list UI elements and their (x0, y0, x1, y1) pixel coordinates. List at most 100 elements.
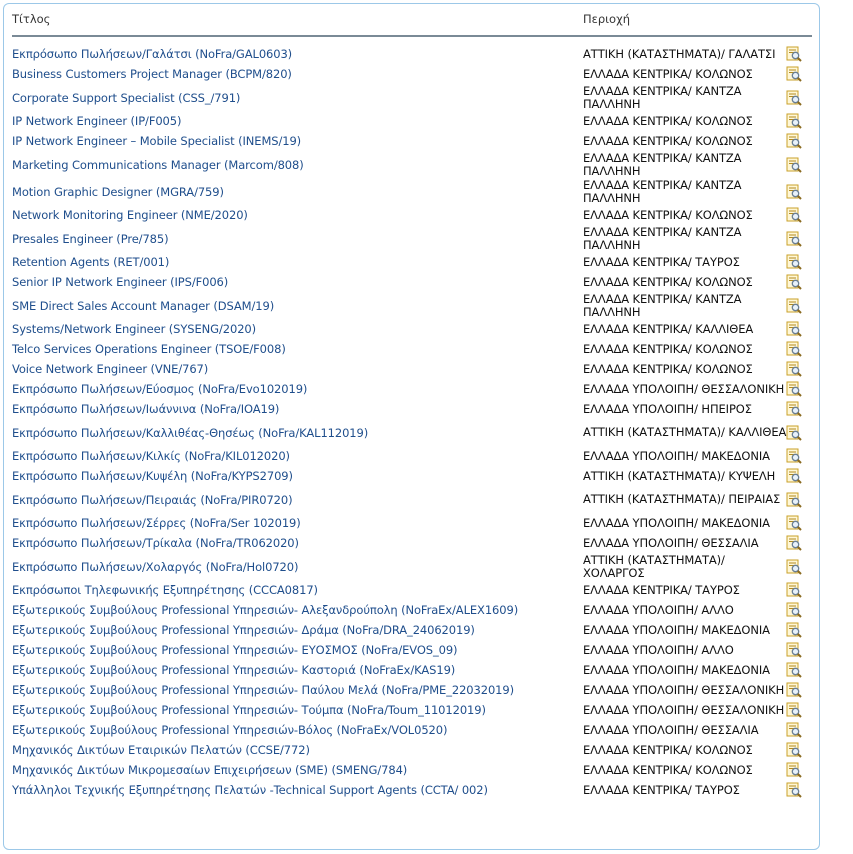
view-details-icon[interactable] (786, 682, 802, 698)
view-details-icon[interactable] (786, 535, 802, 551)
table-row: Εκπρόσωπο Πωλήσεων/Κιλκίς (NoFra/KIL0120… (12, 446, 812, 466)
job-region: ΕΛΛΑΔΑ ΥΠΟΛΟΙΠΗ/ ΘΕΣΣΑΛΙΑ (583, 722, 759, 737)
job-title-link[interactable]: Network Monitoring Engineer (NME/2020) (12, 208, 583, 222)
job-title-link[interactable]: Εκπρόσωπο Πωλήσεων/Κιλκίς (NoFra/KIL0120… (12, 449, 583, 463)
job-region: ΕΛΛΑΔΑ ΚΕΝΤΡΙΚΑ/ ΚΟΛΩΝΟΣ (583, 207, 753, 222)
view-details-icon[interactable] (786, 782, 802, 798)
job-title-link[interactable]: Senior IP Network Engineer (IPS/F006) (12, 275, 583, 289)
job-title-link[interactable]: Εκπρόσωπο Πωλήσεων/Γαλάτσι (NoFra/GAL060… (12, 47, 583, 61)
view-details-icon[interactable] (786, 602, 802, 618)
view-details-icon[interactable] (786, 468, 802, 484)
job-title-link[interactable]: Εξωτερικούς Συμβούλους Professional Υπηρ… (12, 703, 583, 717)
job-title-link[interactable]: Presales Engineer (Pre/785) (12, 232, 583, 246)
job-title-link[interactable]: Business Customers Project Manager (BCPM… (12, 67, 583, 81)
view-details-icon[interactable] (786, 662, 802, 678)
job-title-link[interactable]: Εξωτερικούς Συμβούλους Professional Υπηρ… (12, 643, 583, 657)
column-header-title[interactable]: Τίτλος (12, 12, 50, 26)
job-region: ΑΤΤΙΚΗ (ΚΑΤΑΣΤΗΜΑΤΑ)/ ΧΟΛΑΡΓΟΣ (583, 552, 725, 580)
job-region: ΕΛΛΑΔΑ ΚΕΝΤΡΙΚΑ/ ΚΑΝΤΖΑ ΠΑΛΛΗΝΗ (583, 224, 742, 252)
table-row: Marketing Communications Manager (Marcom… (12, 151, 812, 178)
view-details-icon[interactable] (786, 157, 802, 173)
job-title-link[interactable]: Μηχανικός Δικτύων Εταιρικών Πελατών (CCS… (12, 743, 583, 757)
table-row: Εξωτερικούς Συμβούλους Professional Υπηρ… (12, 700, 812, 720)
view-details-icon[interactable] (786, 321, 802, 337)
job-title-link[interactable]: Marketing Communications Manager (Marcom… (12, 158, 583, 172)
job-title-link[interactable]: Εξωτερικούς Συμβούλους Professional Υπηρ… (12, 683, 583, 697)
view-details-icon[interactable] (786, 492, 802, 508)
view-details-icon[interactable] (786, 254, 802, 270)
job-region: ΕΛΛΑΔΑ ΚΕΝΤΡΙΚΑ/ ΚΟΛΩΝΟΣ (583, 341, 753, 356)
table-row: Μηχανικός Δικτύων Μικρομεσαίων Επιχειρήσ… (12, 760, 812, 780)
view-details-icon[interactable] (786, 113, 802, 129)
table-row: Voice Network Engineer (VNE/767) ΕΛΛΑΔΑ … (12, 359, 812, 379)
job-title-link[interactable]: Υπάλληλοι Τεχνικής Εξυπηρέτησης Πελατών … (12, 783, 583, 797)
job-title-link[interactable]: Corporate Support Specialist (CSS_/791) (12, 91, 583, 105)
table-row: Εκπρόσωπο Πωλήσεων/Τρίκαλα (NoFra/TR0620… (12, 533, 812, 553)
job-region: ΕΛΛΑΔΑ ΚΕΝΤΡΙΚΑ/ ΚΑΝΤΖΑ ΠΑΛΛΗΝΗ (583, 83, 742, 111)
view-details-icon[interactable] (786, 622, 802, 638)
job-title-link[interactable]: SME Direct Sales Account Manager (DSAM/1… (12, 299, 583, 313)
view-details-icon[interactable] (786, 559, 802, 575)
job-title-link[interactable]: Εκπρόσωπο Πωλήσεων/Τρίκαλα (NoFra/TR0620… (12, 536, 583, 550)
view-details-icon[interactable] (786, 90, 802, 106)
view-details-icon[interactable] (786, 401, 802, 417)
view-details-icon[interactable] (786, 133, 802, 149)
view-details-icon[interactable] (786, 46, 802, 62)
view-details-icon[interactable] (786, 341, 802, 357)
view-details-icon[interactable] (786, 582, 802, 598)
job-title-link[interactable]: Retention Agents (RET/001) (12, 255, 583, 269)
job-title-link[interactable]: Telco Services Operations Engineer (TSOE… (12, 342, 583, 356)
job-region: ΕΛΛΑΔΑ ΚΕΝΤΡΙΚΑ/ ΚΟΛΩΝΟΣ (583, 762, 753, 777)
view-details-icon[interactable] (786, 298, 802, 314)
table-row: Εκπρόσωπο Πωλήσεων/Γαλάτσι (NoFra/GAL060… (12, 44, 812, 64)
job-region: ΕΛΛΑΔΑ ΥΠΟΛΟΙΠΗ/ ΑΛΛΟ (583, 642, 734, 657)
view-details-icon[interactable] (786, 425, 802, 441)
job-title-link[interactable]: Εκπρόσωπο Πωλήσεων/Σέρρες (NoFra/Ser 102… (12, 516, 583, 530)
job-title-link[interactable]: Εξωτερικούς Συμβούλους Professional Υπηρ… (12, 603, 583, 617)
job-title-link[interactable]: Systems/Network Engineer (SYSENG/2020) (12, 322, 583, 336)
job-title-link[interactable]: IP Network Engineer – Mobile Specialist … (12, 134, 583, 148)
view-details-icon[interactable] (786, 381, 802, 397)
view-details-icon[interactable] (786, 448, 802, 464)
view-details-icon[interactable] (786, 515, 802, 531)
job-title-link[interactable]: Εκπρόσωπο Πωλήσεων/Πειραιάς (NoFra/PIR07… (12, 493, 583, 507)
job-region: ΕΛΛΑΔΑ ΥΠΟΛΟΙΠΗ/ ΘΕΣΣΑΛΙΑ (583, 535, 759, 550)
job-title-link[interactable]: Εκπρόσωποι Τηλεφωνικής Εξυπηρέτησης (CCC… (12, 583, 583, 597)
view-details-icon[interactable] (786, 702, 802, 718)
view-details-icon[interactable] (786, 274, 802, 290)
table-row: Υπάλληλοι Τεχνικής Εξυπηρέτησης Πελατών … (12, 780, 812, 800)
table-row: Network Monitoring Engineer (NME/2020) Ε… (12, 205, 812, 225)
job-title-link[interactable]: Εκπρόσωπο Πωλήσεων/Ιωάννινα (NoFra/IOA19… (12, 402, 583, 416)
job-title-link[interactable]: Εξωτερικούς Συμβούλους Professional Υπηρ… (12, 663, 583, 677)
job-region: ΕΛΛΑΔΑ ΥΠΟΛΟΙΠΗ/ ΘΕΣΣΑΛΟΝΙΚΗ (583, 682, 785, 697)
job-title-link[interactable]: Μηχανικός Δικτύων Μικρομεσαίων Επιχειρήσ… (12, 763, 583, 777)
view-details-icon[interactable] (786, 361, 802, 377)
view-details-icon[interactable] (786, 762, 802, 778)
table-row: Motion Graphic Designer (MGRA/759) ΕΛΛΑΔ… (12, 178, 812, 205)
job-title-link[interactable]: Εκπρόσωπο Πωλήσεων/Καλλιθέας-Θησέως (NoF… (12, 426, 583, 440)
job-title-link[interactable]: Εκπρόσωπο Πωλήσεων/Εύοσμος (NoFra/Evo102… (12, 382, 583, 396)
view-details-icon[interactable] (786, 722, 802, 738)
job-region: ΕΛΛΑΔΑ ΚΕΝΤΡΙΚΑ/ ΚΟΛΩΝΟΣ (583, 361, 753, 376)
view-details-icon[interactable] (786, 642, 802, 658)
view-details-icon[interactable] (786, 184, 802, 200)
job-region: ΕΛΛΑΔΑ ΚΕΝΤΡΙΚΑ/ ΚΟΛΩΝΟΣ (583, 742, 753, 757)
job-region: ΕΛΛΑΔΑ ΚΕΝΤΡΙΚΑ/ ΤΑΥΡΟΣ (583, 582, 740, 597)
column-header-region[interactable]: Περιοχή (583, 12, 630, 26)
job-title-link[interactable]: Εξωτερικούς Συμβούλους Professional Υπηρ… (12, 623, 583, 637)
job-title-link[interactable]: Εκπρόσωπο Πωλήσεων/Χολαργός (NoFra/Hol07… (12, 560, 583, 574)
job-title-link[interactable]: Voice Network Engineer (VNE/767) (12, 362, 583, 376)
view-details-icon[interactable] (786, 66, 802, 82)
job-title-link[interactable]: IP Network Engineer (IP/F005) (12, 114, 583, 128)
view-details-icon[interactable] (786, 207, 802, 223)
table-row: Εξωτερικούς Συμβούλους Professional Υπηρ… (12, 600, 812, 620)
job-region: ΑΤΤΙΚΗ (ΚΑΤΑΣΤΗΜΑΤΑ)/ ΓΑΛΑΤΣΙ (583, 46, 776, 61)
view-details-icon[interactable] (786, 742, 802, 758)
job-region: ΕΛΛΑΔΑ ΚΕΝΤΡΙΚΑ/ ΚΑΛΛΙΘΕΑ (583, 321, 754, 336)
job-title-link[interactable]: Motion Graphic Designer (MGRA/759) (12, 185, 583, 199)
job-title-link[interactable]: Εξωτερικούς Συμβούλους Professional Υπηρ… (12, 723, 583, 737)
view-details-icon[interactable] (786, 231, 802, 247)
job-region: ΑΤΤΙΚΗ (ΚΑΤΑΣΤΗΜΑΤΑ)/ ΠΕΙΡΑΙΑΣ (583, 492, 781, 506)
job-region: ΑΤΤΙΚΗ (ΚΑΤΑΣΤΗΜΑΤΑ)/ ΚΥΨΕΛΗ (583, 468, 776, 483)
job-title-link[interactable]: Εκπρόσωπο Πωλήσεων/Κυψέλη (NoFra/KYPS270… (12, 469, 583, 483)
